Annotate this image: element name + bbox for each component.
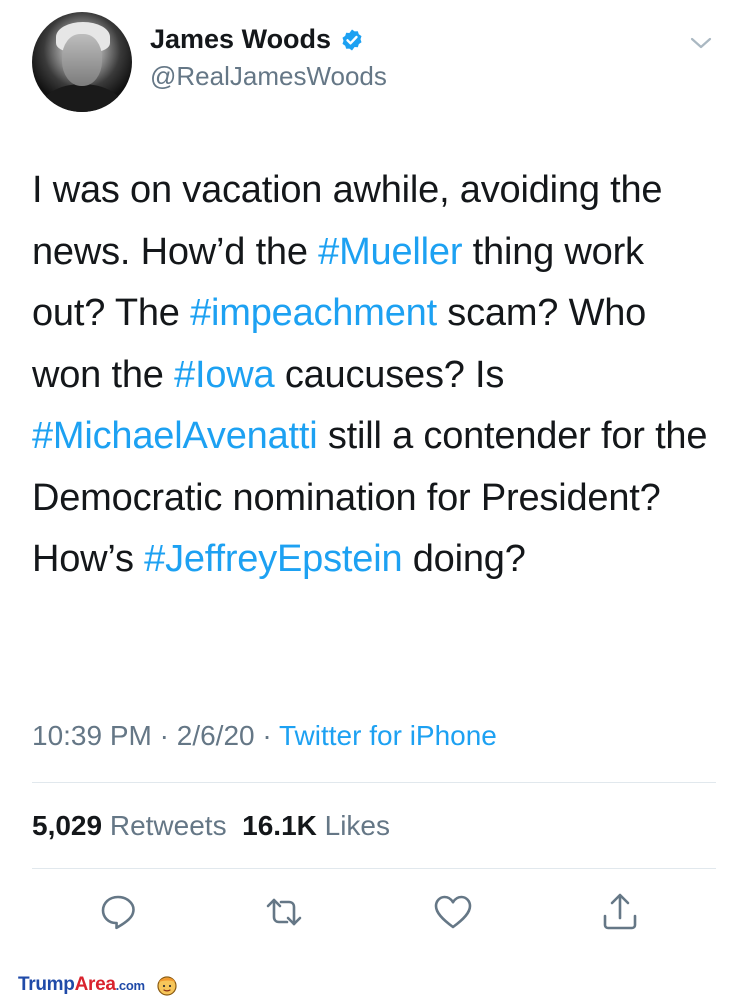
tweet-action-bar: [0, 890, 740, 940]
retweets-stat[interactable]: 5,029 Retweets: [32, 810, 227, 841]
retweets-label: Retweets: [109, 810, 227, 841]
tweet-stats: 5,029 Retweets 16.1K Likes: [32, 810, 390, 842]
tweet-time[interactable]: 10:39 PM: [32, 720, 152, 751]
hashtag-link[interactable]: #Iowa: [174, 354, 275, 396]
tweet-date[interactable]: 2/6/20: [177, 720, 255, 751]
tweet-meta: 10:39 PM · 2/6/20 · Twitter for iPhone: [32, 720, 497, 752]
hashtag-link[interactable]: #JeffreyEpstein: [144, 538, 402, 580]
divider: [32, 868, 716, 869]
user-handle[interactable]: @RealJamesWoods: [150, 61, 387, 92]
likes-count: 16.1K: [242, 810, 317, 841]
hashtag-link[interactable]: #impeachment: [190, 292, 437, 334]
meta-separator: ·: [151, 720, 177, 751]
tweet-text-segment: doing?: [402, 538, 526, 580]
likes-stat[interactable]: 16.1K Likes: [242, 810, 390, 841]
tweet-source-link[interactable]: Twitter for iPhone: [279, 720, 497, 751]
likes-label: Likes: [324, 810, 391, 841]
retweets-count: 5,029: [32, 810, 103, 841]
user-name[interactable]: James Woods: [150, 24, 331, 55]
user-name-row[interactable]: James Woods: [150, 24, 364, 55]
chevron-down-icon[interactable]: [688, 33, 714, 53]
reply-icon[interactable]: [96, 890, 140, 934]
hashtag-link[interactable]: #Mueller: [318, 231, 462, 273]
watermark: TrumpArea.com: [18, 972, 179, 998]
tweet-text: I was on vacation awhile, avoiding the n…: [32, 160, 722, 591]
retweet-icon[interactable]: [262, 890, 306, 934]
hashtag-link[interactable]: #MichaelAvenatti: [32, 415, 318, 457]
meta-separator: ·: [254, 720, 279, 751]
divider: [32, 782, 716, 783]
tweet-text-segment: caucuses? Is: [274, 353, 505, 396]
share-icon[interactable]: [598, 890, 642, 934]
mascot-icon: [157, 976, 177, 996]
avatar[interactable]: [32, 12, 132, 112]
watermark-logo: TrumpArea.com: [18, 974, 145, 995]
like-icon[interactable]: [431, 890, 475, 934]
verified-badge-icon: [340, 28, 364, 52]
